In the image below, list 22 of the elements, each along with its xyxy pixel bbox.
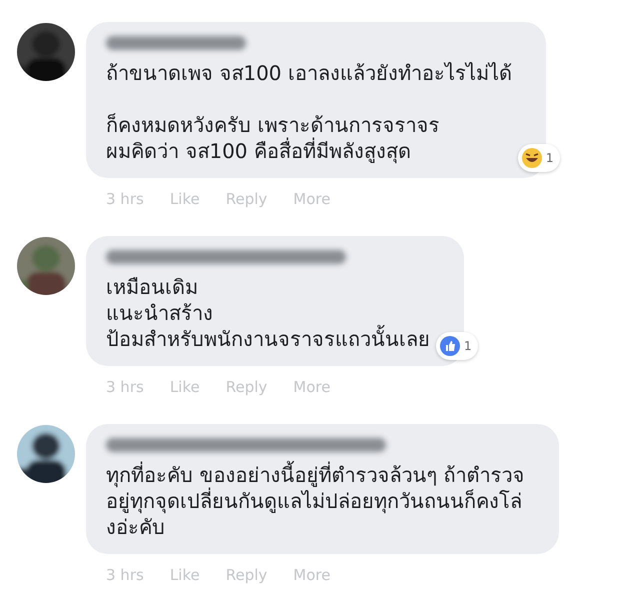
action-link[interactable]: Reply — [226, 378, 268, 396]
reaction-badge[interactable]: 1 — [436, 332, 478, 360]
timestamp: 3 hrs — [106, 378, 144, 396]
comment-text: ก็คงหมดหวังครับ เพราะด้านการจราจร ผมคิดว่า จส100 คือสื่อที่มีพลังสูงสุด — [106, 112, 440, 164]
timestamp: 3 hrs — [106, 190, 144, 208]
comment-text: ทุกที่อะคับ ของอย่างนี้อยู่ที่ตำรวจล้วนๆ ถ้าตำรวจ อยู่ทุกจุดเปลี่ยนกันดูแลไม่ปล่อยทุกวันถนนก็คงโล่ งอ่ะคับ — [106, 462, 525, 540]
action-link[interactable]: Like — [170, 378, 200, 396]
action-link[interactable]: Like — [170, 190, 200, 208]
timestamp: 3 hrs — [106, 566, 144, 584]
action-link[interactable]: Like — [170, 566, 200, 584]
action-link[interactable]: More — [293, 190, 330, 208]
action-link[interactable]: Reply — [226, 566, 268, 584]
comment-text: ถ้าขนาดเพจ จส100 เอาลงแล้วยังทำอะไรไม่ได้ — [106, 60, 512, 86]
reaction-count: 1 — [464, 339, 472, 353]
action-link[interactable]: Reply — [226, 190, 268, 208]
thumbs-up-icon — [439, 335, 461, 357]
action-link[interactable]: More — [293, 566, 330, 584]
reaction-count: 1 — [546, 151, 554, 165]
comment-text: เหมือนเดิม แนะนำสร้าง ป้อมสำหรับพนักงานจราจรแถวนั้นเลย — [106, 274, 430, 352]
action-link[interactable]: More — [293, 378, 330, 396]
reaction-badge[interactable]: 1 — [518, 144, 560, 172]
laughing-emoji-icon — [520, 147, 543, 169]
